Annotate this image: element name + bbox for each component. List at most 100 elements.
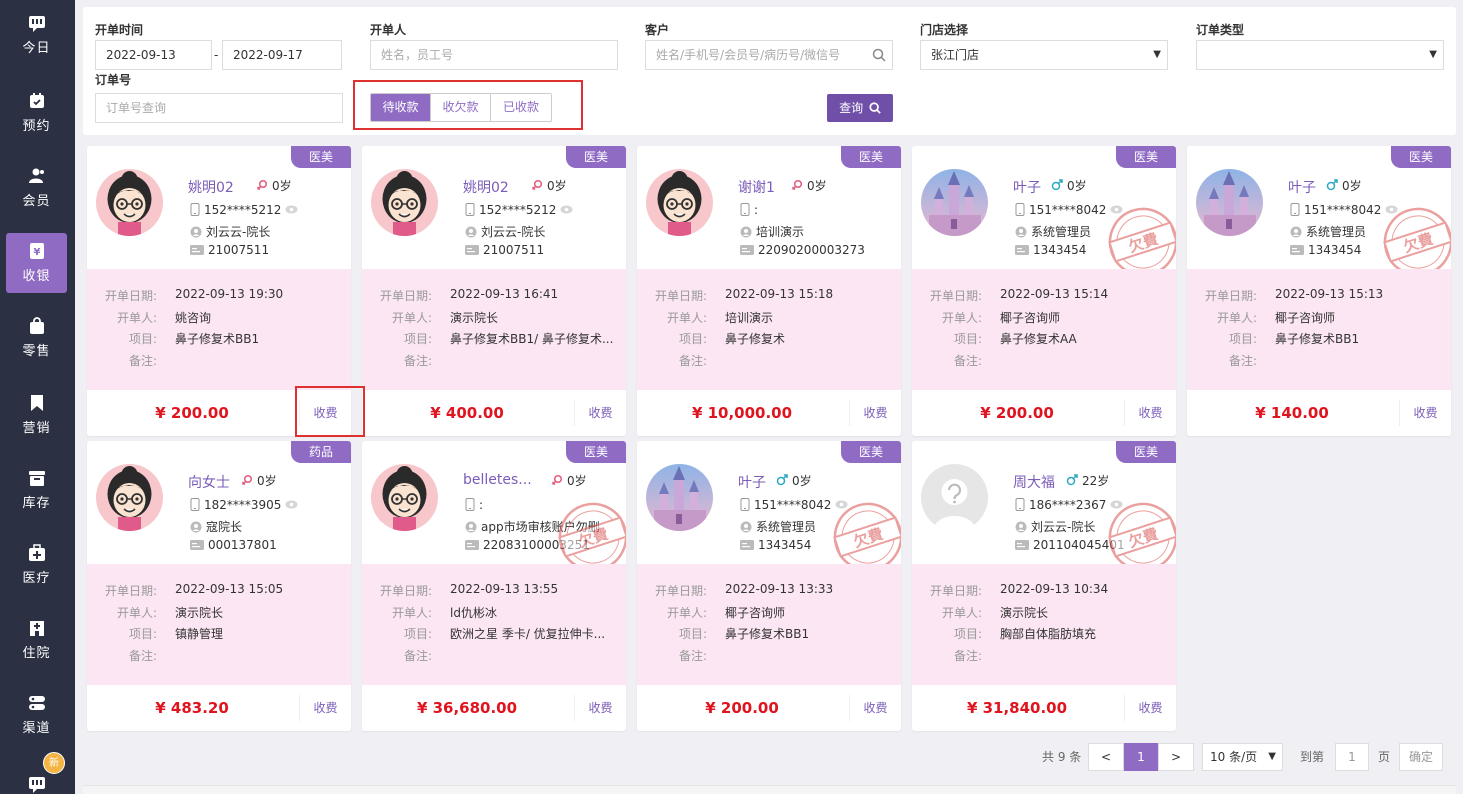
horizontal-scrollbar[interactable] [83, 785, 1456, 794]
customer-name[interactable]: 姚明02 [463, 177, 509, 197]
next-page-button[interactable]: > [1158, 743, 1194, 771]
page-size-select[interactable]: 10 条/页 ▼ [1202, 743, 1283, 771]
customer-name[interactable]: 叶子 [738, 472, 766, 492]
goto-page-input[interactable]: 1 [1335, 743, 1369, 771]
sidebar-item-10[interactable]: 新 [6, 752, 67, 794]
pay-button[interactable]: 收费 [574, 400, 626, 426]
order-item: 镇静管理 [175, 627, 224, 641]
svg-text:欠費: 欠費 [1126, 525, 1160, 551]
order-card[interactable]: 医美 叶子 0岁 151****8042 系统管理员 1343454 欠費 开单日期: 2022… [1187, 146, 1451, 436]
phone-icon [1290, 203, 1300, 216]
member-number: 21007511 [483, 243, 545, 257]
prev-page-button[interactable]: < [1088, 743, 1124, 771]
order-card[interactable]: 药品 向女士 0岁 182****3905 寇院长 000137801 开单日期: 2022-… [87, 441, 351, 731]
detail-label: 开单日期: [929, 289, 982, 303]
order-card[interactable]: 医美 叶子 0岁 151****8042 系统管理员 1343454 欠費 开单日期: 2022… [637, 441, 901, 731]
order-card[interactable]: 医美 belletes... 0岁: app市场审核账户勿删 2208310000325… [362, 441, 626, 731]
order-card[interactable]: 医美 周大福 22岁 186****2367 刘云云-院长 201104045401 欠費开… [912, 441, 1176, 731]
customer-age: 0岁 [567, 474, 587, 488]
male-icon [776, 474, 788, 486]
sidebar-item-8[interactable]: 住院 [6, 610, 67, 670]
phone-number: 152****5212 [479, 203, 557, 217]
order-item: 鼻子修复术AA [1000, 332, 1077, 346]
member-card-icon [190, 540, 204, 550]
category-tag: 医美 [566, 441, 626, 463]
member-card-icon [465, 540, 479, 550]
order-card[interactable]: 医美 谢谢1 0岁: 培训演示 22090200003273 开单日期: 2022-09-1… [637, 146, 901, 436]
card-footer: ¥ 483.20 收费 [87, 685, 351, 731]
pay-button[interactable]: 收费 [299, 695, 351, 721]
consultant-icon [740, 226, 752, 238]
sidebar-item-9[interactable]: 渠道 [6, 685, 67, 745]
customer-search-input[interactable]: 姓名/手机号/会员号/病历号/微信号 [645, 40, 893, 70]
phone-icon [465, 498, 475, 511]
customer-name[interactable]: 叶子 [1013, 177, 1041, 197]
card-footer: ¥ 200.00 收费 [637, 685, 901, 731]
customer-name[interactable]: 叶子 [1288, 177, 1316, 197]
opener-input[interactable]: 姓名，员工号 [370, 40, 618, 70]
sidebar-item-5[interactable]: 营销 [6, 385, 67, 445]
hospital-icon [27, 618, 47, 638]
sidebar-item-1[interactable]: 预约 [6, 83, 67, 143]
pay-button[interactable]: 收费 [849, 400, 901, 426]
avatar [646, 464, 713, 531]
phone-number: 151****8042 [1029, 203, 1107, 217]
search-icon[interactable] [872, 48, 886, 62]
page-button-current[interactable]: 1 [1124, 743, 1158, 771]
member-row: 21007511 [190, 243, 269, 257]
sidebar-item-7[interactable]: 医疗 [6, 535, 67, 595]
sidebar-item-2[interactable]: 会员 [6, 158, 67, 218]
pay-button[interactable]: 收费 [574, 695, 626, 721]
consultant-name: 刘云云-院长 [481, 225, 546, 239]
pay-button[interactable]: 收费 [1124, 695, 1176, 721]
gender-indicator [791, 179, 803, 194]
order-type-select[interactable]: ▼ [1196, 40, 1444, 70]
order-no-input[interactable]: 订单号查询 [95, 93, 343, 123]
new-badge: 新 [43, 752, 65, 774]
date-from-input[interactable]: 2022-09-13 [95, 40, 212, 70]
order-card[interactable]: 医美 姚明02 0岁 152****5212 刘云云-院长 21007511 开单日期: 20… [362, 146, 626, 436]
category-tag: 医美 [1116, 441, 1176, 463]
gender-indicator [531, 179, 543, 194]
phone-number: : [754, 203, 759, 217]
customer-label: 客户 [645, 23, 670, 37]
date-to-input[interactable]: 2022-09-17 [222, 40, 342, 70]
consultant-row: 系统管理员 [1015, 223, 1091, 240]
sidebar-item-0[interactable]: 今日 [6, 5, 67, 65]
phone-row: 152****5212 [190, 203, 298, 217]
query-button[interactable]: 查询 [827, 94, 893, 122]
eye-icon[interactable] [285, 500, 298, 509]
store-select[interactable]: 张江门店 ▼ [920, 40, 1168, 70]
customer-name[interactable]: 向女士 [188, 472, 230, 492]
member-card-icon [740, 245, 754, 255]
goto-confirm-button[interactable]: 确定 [1399, 743, 1443, 771]
gender-indicator [1326, 179, 1338, 194]
eye-icon[interactable] [285, 205, 298, 214]
pay-button[interactable]: 收费 [849, 695, 901, 721]
consultant-icon [1015, 226, 1027, 238]
order-item: 欧洲之星 季卡/ 优复拉伸卡... [450, 627, 606, 641]
order-date: 2022-09-13 15:14 [1000, 287, 1109, 301]
consultant-name: 寇院长 [206, 520, 243, 534]
detail-label: 开单日期: [1204, 289, 1257, 303]
customer-name[interactable]: 谢谢1 [738, 177, 775, 197]
order-date: 2022-09-13 13:33 [725, 582, 834, 596]
customer-name[interactable]: belletes... [463, 472, 532, 488]
customer-name[interactable]: 周大福 [1013, 472, 1055, 492]
consultant-icon [740, 521, 752, 533]
sidebar-item-4[interactable]: 零售 [6, 308, 67, 368]
avatar [921, 169, 988, 236]
detail-label: 项目: [1228, 332, 1257, 346]
eye-icon[interactable] [560, 205, 573, 214]
customer-name[interactable]: 姚明02 [188, 177, 234, 197]
pay-button[interactable]: 收费 [1124, 400, 1176, 426]
customer-search-placeholder: 姓名/手机号/会员号/病历号/微信号 [656, 48, 841, 62]
order-card[interactable]: 医美 叶子 0岁 151****8042 系统管理员 1343454 欠費 开单日期: 2022… [912, 146, 1176, 436]
pay-button[interactable]: 收费 [1399, 400, 1451, 426]
sidebar-item-6[interactable]: 库存 [6, 460, 67, 520]
sidebar-item-label: 营销 [22, 421, 51, 436]
sidebar-item-3[interactable]: ¥ 收银 [6, 233, 67, 293]
detail-label: 备注: [128, 649, 157, 663]
customer-age: 0岁 [272, 179, 292, 193]
category-tag: 药品 [291, 441, 351, 463]
